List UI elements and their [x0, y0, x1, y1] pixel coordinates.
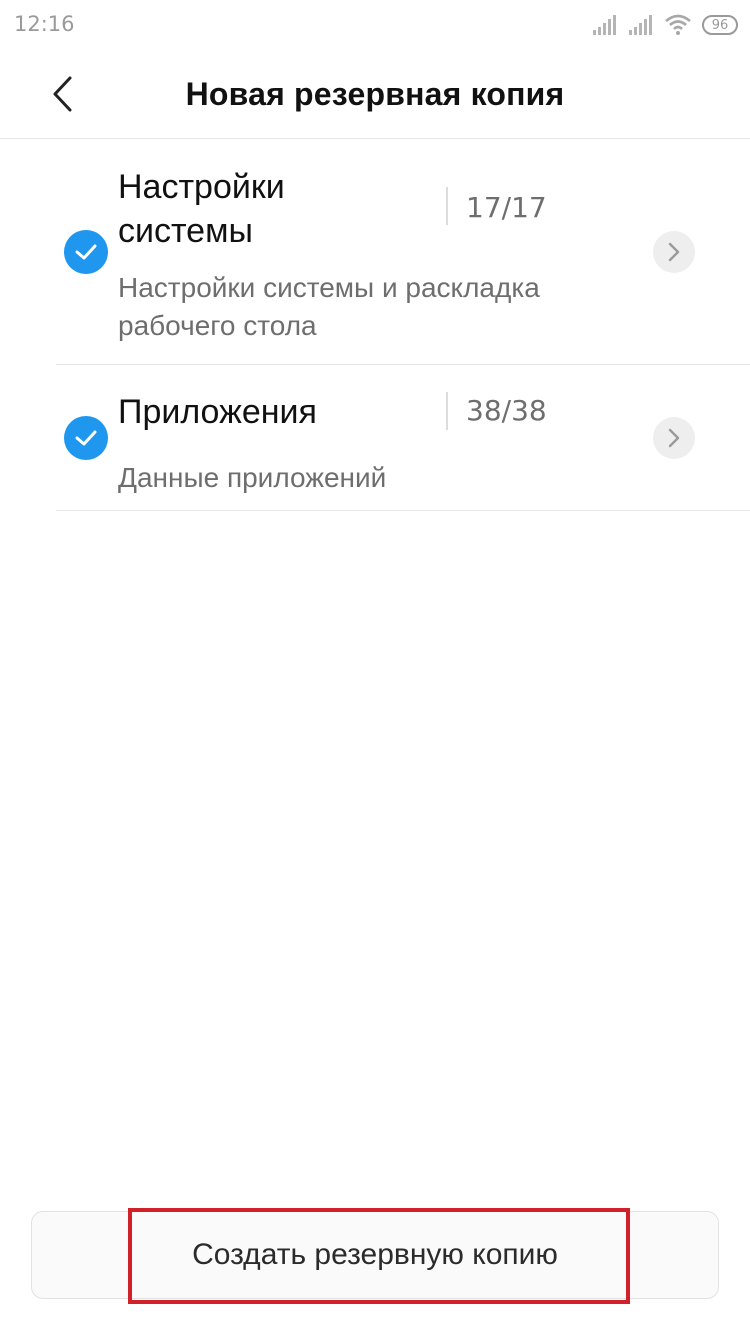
item-count: 38/38 [466, 394, 547, 427]
item-subtitle: Данные приложений [118, 462, 387, 493]
page-title: Новая резервная копия [185, 76, 565, 112]
item-subtitle: Настройки системы и раскладка рабочего с… [118, 272, 540, 341]
create-backup-label: Создать резервную копию [192, 1238, 558, 1271]
status-time: 12:16 [14, 12, 75, 36]
signal-icon [629, 15, 652, 35]
wifi-icon [665, 14, 691, 35]
check-icon [75, 430, 97, 446]
status-bar: 12:16 96 [0, 0, 750, 52]
row-divider [56, 510, 750, 511]
item-title: Настройки системы [118, 168, 285, 250]
item-title: Приложения [118, 393, 317, 431]
battery-level: 96 [711, 17, 729, 33]
status-icons: 96 [592, 12, 738, 38]
list-item-system-settings[interactable]: Настройки системы 17/17 Настройки систем… [0, 139, 750, 365]
check-icon [75, 244, 97, 260]
details-button[interactable] [653, 231, 695, 273]
divider [446, 187, 448, 225]
details-button[interactable] [653, 417, 695, 459]
chevron-right-icon [668, 428, 680, 448]
battery-icon: 96 [702, 15, 738, 35]
backup-items-list: Настройки системы 17/17 Настройки систем… [0, 139, 750, 511]
checkbox-checked[interactable] [64, 230, 108, 274]
list-item-apps[interactable]: Приложения 38/38 Данные приложений [0, 365, 750, 511]
divider [446, 392, 448, 430]
checkbox-checked[interactable] [64, 416, 108, 460]
item-count: 17/17 [466, 191, 547, 224]
create-backup-button[interactable]: Создать резервную копию [31, 1211, 719, 1299]
signal-icon [593, 15, 616, 35]
chevron-right-icon [668, 242, 680, 262]
header: Новая резервная копия [0, 52, 750, 139]
